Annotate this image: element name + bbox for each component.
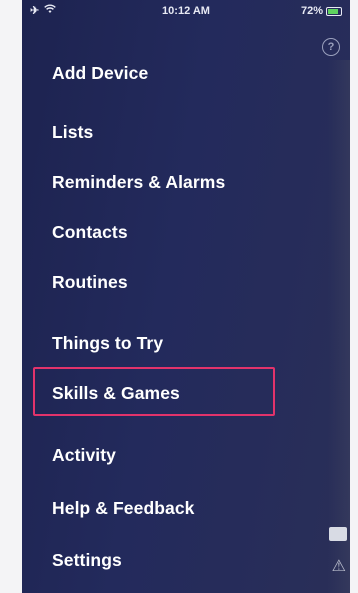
battery-icon xyxy=(326,6,342,16)
side-panel-edge xyxy=(328,60,350,593)
menu-item-settings[interactable]: Settings xyxy=(52,550,122,571)
menu-item-contacts[interactable]: Contacts xyxy=(52,222,128,243)
menu-item-reminders-alarms[interactable]: Reminders & Alarms xyxy=(52,172,225,193)
warning-icon: ⚠ xyxy=(331,558,346,575)
menu-item-add-device[interactable]: Add Device xyxy=(52,63,148,84)
scrollbar-thumb[interactable] xyxy=(329,527,347,541)
help-circle-icon[interactable]: ? xyxy=(322,38,340,56)
menu-item-help-feedback[interactable]: Help & Feedback xyxy=(52,498,195,519)
menu-item-activity[interactable]: Activity xyxy=(52,445,116,466)
phone-screen: ✈ 10:12 AM 72% ? Add Device Lists Remind… xyxy=(22,0,350,593)
menu-item-routines[interactable]: Routines xyxy=(52,272,128,293)
battery-percentage: 72% xyxy=(300,5,323,17)
status-icons-right: 72% xyxy=(301,5,342,17)
menu-item-lists[interactable]: Lists xyxy=(52,122,93,143)
menu-item-things-to-try[interactable]: Things to Try xyxy=(52,333,163,354)
status-bar: ✈ 10:12 AM 72% xyxy=(22,0,350,22)
battery-level xyxy=(328,8,339,14)
highlight-box xyxy=(33,367,275,416)
